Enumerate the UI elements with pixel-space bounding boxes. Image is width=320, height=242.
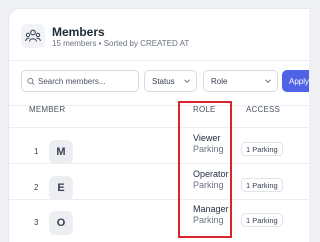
search-input[interactable] — [35, 76, 138, 86]
row-number: 1 — [34, 147, 39, 156]
avatar: M — [49, 140, 73, 164]
avatar: O — [49, 211, 73, 235]
role-select-label: Role — [211, 76, 228, 86]
filter-bar: Status Role Apply — [9, 60, 309, 106]
members-card: Members 15 members • Sorted by CREATED A… — [8, 8, 309, 242]
access-badge: 1 Parking — [241, 213, 283, 227]
role-select[interactable]: Role — [203, 70, 278, 92]
role-column-highlight — [178, 101, 232, 238]
search-box[interactable] — [21, 70, 139, 92]
chevron-down-icon — [265, 79, 271, 84]
access-badge: 1 Parking — [241, 178, 283, 192]
column-header-access[interactable]: ACCESS — [246, 105, 280, 114]
row-number: 2 — [34, 183, 39, 192]
column-header-member[interactable]: MEMBER — [29, 105, 65, 114]
page-title: Members — [52, 25, 105, 39]
row-number: 3 — [34, 218, 39, 227]
chevron-down-icon — [184, 79, 190, 84]
row-divider — [9, 199, 309, 200]
members-header: Members 15 members • Sorted by CREATED A… — [9, 9, 309, 57]
row-divider — [9, 163, 309, 164]
access-badge: 1 Parking — [241, 142, 283, 156]
members-group-icon — [21, 24, 45, 48]
header-divider — [9, 127, 309, 128]
members-subtitle: 15 members • Sorted by CREATED AT — [52, 39, 190, 48]
status-select[interactable]: Status — [144, 70, 197, 92]
apply-button[interactable]: Apply — [282, 70, 309, 92]
search-icon — [27, 77, 35, 85]
avatar: E — [49, 176, 73, 200]
status-select-label: Status — [152, 76, 175, 86]
